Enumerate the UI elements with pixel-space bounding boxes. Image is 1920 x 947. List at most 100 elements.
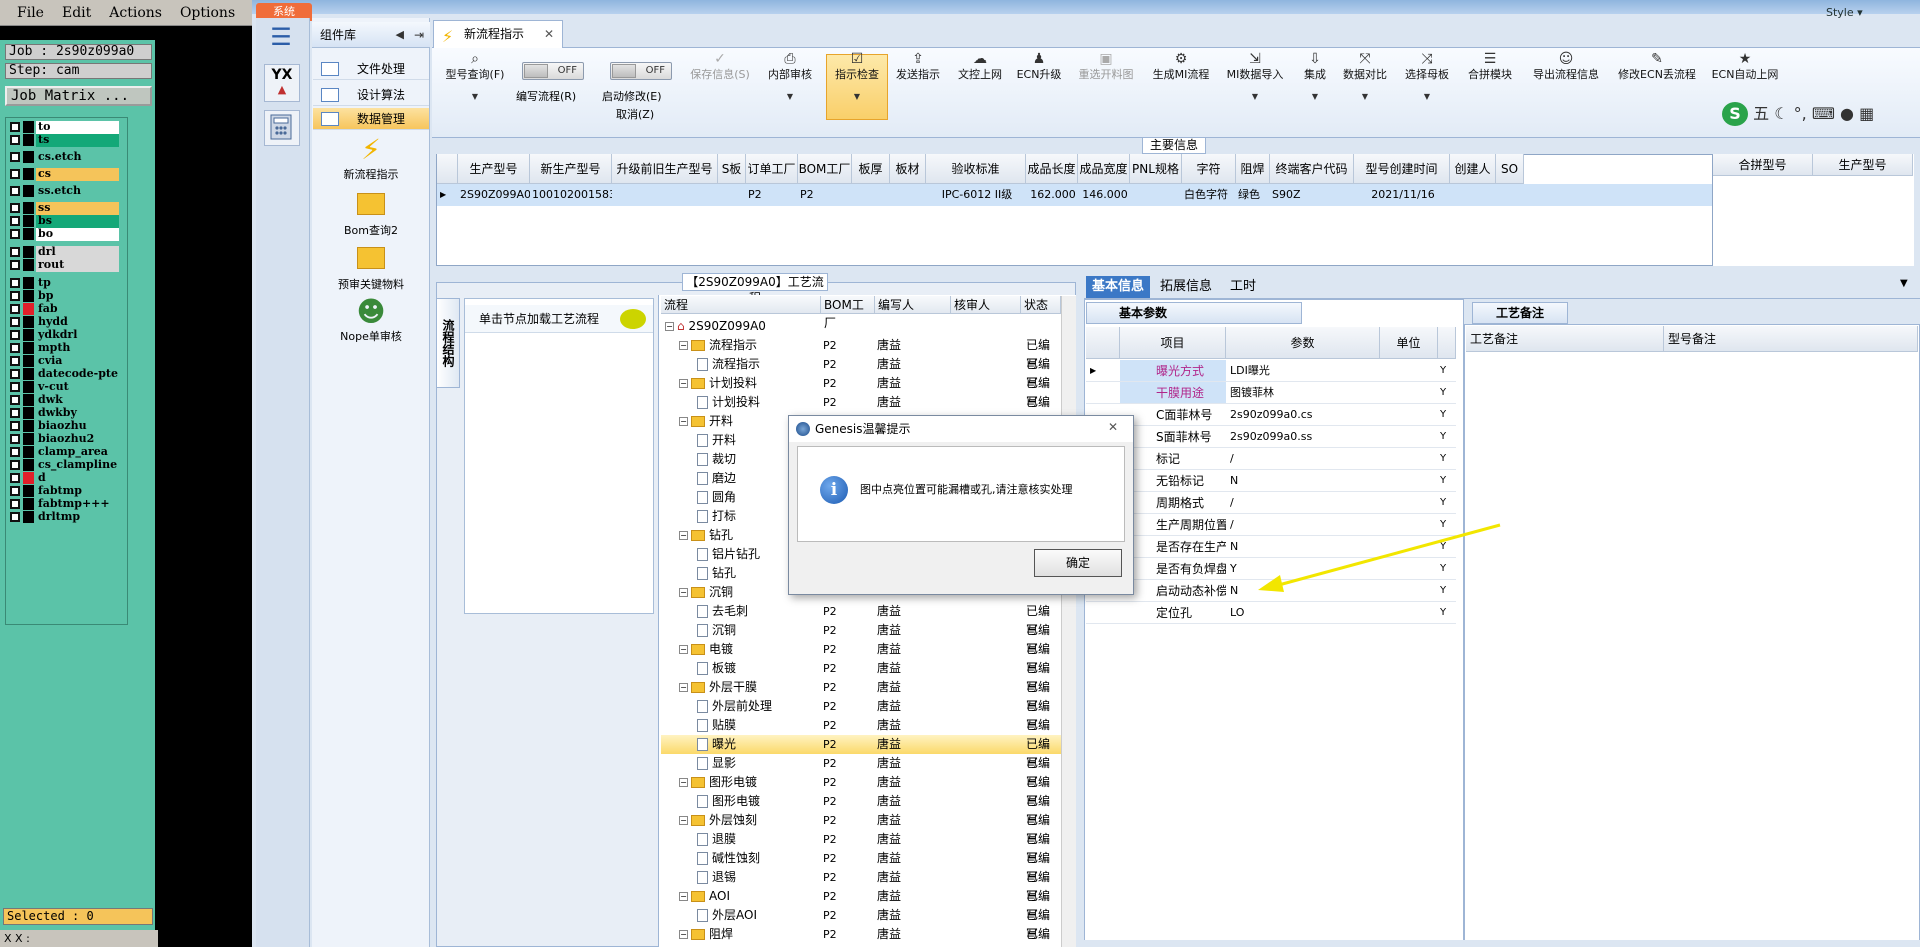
tree-row[interactable]: − 外层干膜 P2 唐益 已编写 [661,678,1061,713]
cancel-button[interactable]: 取消(Z) [616,106,654,122]
layer-row[interactable]: biaozhu2 [7,432,119,446]
craft-notes-tab[interactable]: 工艺备注 [1472,302,1568,324]
layer-checkbox[interactable] [10,421,20,431]
param-value[interactable]: LO [1226,602,1376,624]
param-value[interactable]: / [1226,448,1376,470]
table-cell[interactable] [892,184,926,206]
ribbon-button[interactable]: ⚙ 生成MI流程 [1148,52,1214,82]
tree-root[interactable]: − ⌂ 2S90Z099A0 [661,317,1061,336]
layer-row[interactable]: to [7,120,119,134]
layer-name[interactable]: cs [36,167,119,181]
col-header[interactable]: 新生产型号 [530,154,612,184]
layer-name[interactable]: cvia [36,354,119,368]
expand-icon[interactable]: − [679,778,688,787]
table-cell[interactable]: 2021/11/16 [1356,184,1450,206]
ribbon-button[interactable]: ✎ 修改ECN丢流程 [1612,52,1702,82]
layer-checkbox[interactable] [10,203,20,213]
menu-actions[interactable]: Actions [100,5,171,21]
tree-node[interactable]: − AOI [679,887,730,906]
table-cell[interactable]: 10010200158309 [532,184,612,206]
table-cell[interactable] [614,184,718,206]
calculator-app-icon[interactable] [264,110,300,146]
layer-row[interactable]: cs [7,167,119,181]
tab-basic-info[interactable]: 基本信息 [1086,276,1151,298]
tree-row[interactable]: 退膜 P2 唐益 已编写 [661,830,1061,865]
layer-row[interactable]: fabtmp [7,484,119,498]
tree-scrollbar[interactable] [1061,296,1076,947]
tree-row[interactable]: − AOI P2 唐益 已编写 [661,887,1061,922]
layer-checkbox[interactable] [10,382,20,392]
ribbon-button[interactable]: ⤧ 数据对比 ▼ [1338,52,1392,101]
hamburger-menu-icon[interactable]: ☰ [264,24,298,50]
layer-name[interactable]: biaozhu [36,419,119,433]
layer-name[interactable]: fabtmp+++ [36,497,119,511]
ribbon-button[interactable]: ☁ 文控上网 [954,52,1006,82]
layer-checkbox[interactable] [10,369,20,379]
layer-row[interactable]: dwk [7,393,119,407]
layer-checkbox[interactable] [10,447,20,457]
layer-row[interactable]: cs.etch [7,150,119,164]
col-header[interactable]: 字符 [1182,154,1236,184]
layer-name[interactable]: v-cut [36,380,119,394]
chevron-down-icon[interactable]: ▼ [1222,92,1288,101]
layer-checkbox[interactable] [10,473,20,483]
ribbon-button[interactable]: ✓ 保存信息(S) [686,52,754,82]
layer-checkbox[interactable] [10,434,20,444]
tree-row[interactable]: − 图形电镀 P2 唐益 已编写 [661,773,1061,808]
tree-row[interactable]: 外层前处理 P2 唐益 已编写 [661,697,1061,732]
ribbon-button[interactable]: ⇩ 集成 ▼ [1298,52,1332,101]
tool-nope-review[interactable]: ☻ Nope单审核 [313,296,429,344]
flow-structure-tab[interactable]: 流程结构 [436,298,460,388]
layer-checkbox[interactable] [10,216,20,226]
ribbon-button[interactable]: ▣ 重选开料图 [1074,52,1138,82]
param-value[interactable]: 2s90z099a0.ss [1226,426,1376,448]
chevron-down-icon[interactable]: ▼ [826,92,888,101]
layer-name[interactable]: tp [36,276,119,290]
col-header[interactable]: BOM工厂 [798,154,852,184]
table-cell[interactable]: 146.000 [1080,184,1130,206]
tree-node[interactable]: 磨边 [697,469,736,488]
tree-node[interactable]: 去毛刺 [697,602,748,621]
graphics-canvas[interactable] [158,40,252,947]
col-header[interactable]: 生产型号 [1813,154,1913,176]
layer-row[interactable]: bo [7,227,119,241]
tree-row[interactable]: 曝光 P2 唐益 已编写 [661,735,1061,770]
expand-icon[interactable]: − [679,417,688,426]
layer-name[interactable]: hydd [36,315,119,329]
layer-row[interactable]: d [7,471,119,485]
menu-edit[interactable]: Edit [53,5,100,21]
param-row[interactable]: C面菲林号 2s90z099a0.cs Y [1086,404,1456,426]
layer-checkbox[interactable] [10,229,20,239]
layer-name[interactable]: cs.etch [36,150,119,164]
layer-row[interactable]: tp [7,276,119,290]
layer-checkbox[interactable] [10,186,20,196]
chevron-down-icon[interactable]: ▼ [762,92,818,101]
layer-row[interactable]: clamp_area [7,445,119,459]
param-row[interactable]: ▶ 曝光方式 LDI曝光 Y [1086,360,1456,382]
param-value[interactable]: N [1226,470,1376,492]
tree-node[interactable]: − 流程指示 [679,336,757,355]
tree-col-header[interactable]: BOM工厂 [821,296,875,330]
ribbon-button[interactable]: ⇲ MI数据导入 ▼ [1222,52,1288,101]
chevron-down-icon[interactable]: ▼ [1338,92,1392,101]
layer-name[interactable]: biaozhu2 [36,432,119,446]
tree-row[interactable]: 板镀 P2 唐益 已编写 [661,659,1061,694]
tree-node[interactable]: − 电镀 [679,640,733,659]
tree-row[interactable]: 图形电镀 P2 唐益 已编写 [661,792,1061,827]
tree-row[interactable]: 流程指示 P2 唐益 已编写 [661,355,1061,390]
layer-row[interactable]: fab [7,302,119,316]
table-cell[interactable] [854,184,890,206]
layer-checkbox[interactable] [10,317,20,327]
layer-name[interactable]: clamp_area [36,445,119,459]
tree-node[interactable]: 图形电镀 [697,792,760,811]
tree-row[interactable]: − 阻焊 P2 唐益 已编写 [661,925,1061,947]
layer-checkbox[interactable] [10,122,20,132]
col-header[interactable]: S板 [718,154,746,184]
layer-row[interactable]: v-cut [7,380,119,394]
layer-row[interactable]: datecode-pte [7,367,119,381]
layer-checkbox[interactable] [10,486,20,496]
ribbon-button[interactable]: ★ ECN自动上网 [1710,52,1780,82]
table-cell[interactable]: S90Z [1272,184,1354,206]
layer-checkbox[interactable] [10,395,20,405]
layer-checkbox[interactable] [10,152,20,162]
